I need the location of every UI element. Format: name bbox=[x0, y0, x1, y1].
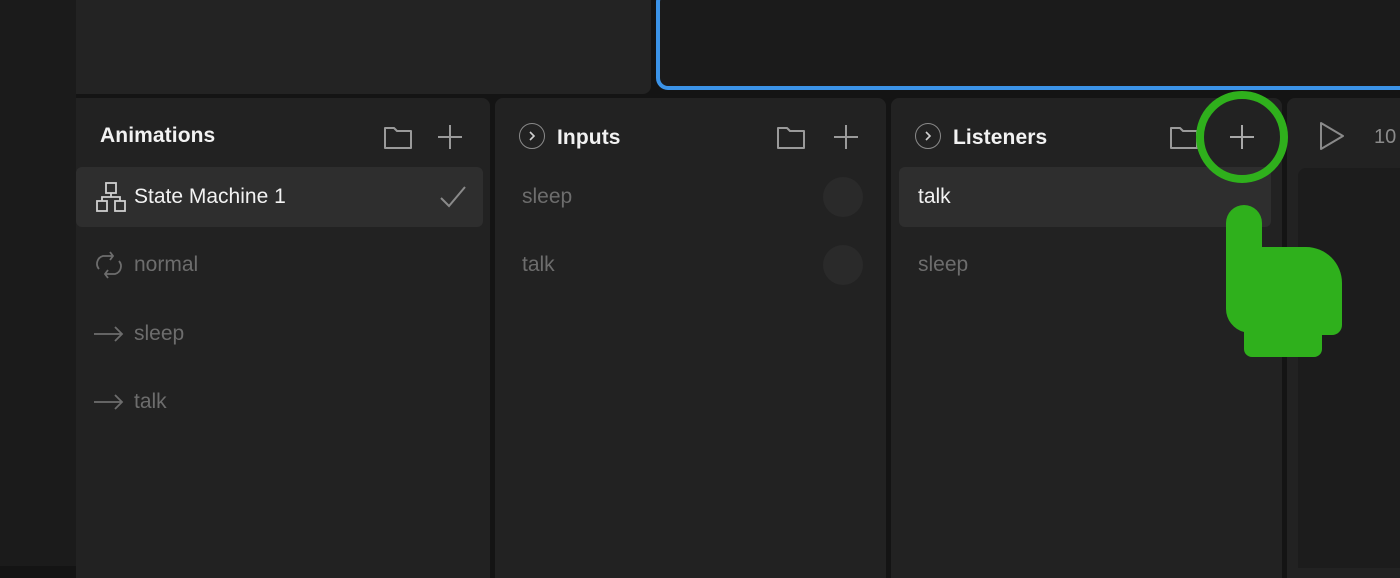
arrow-right-icon bbox=[92, 317, 126, 351]
listener-item-label: talk bbox=[918, 185, 951, 208]
animation-item-sleep[interactable]: sleep bbox=[76, 304, 490, 364]
animations-panel: Animations State Machine 1 normal sleep … bbox=[76, 98, 490, 578]
check-icon bbox=[438, 183, 468, 216]
arrow-right-icon bbox=[92, 385, 126, 419]
folder-icon[interactable] bbox=[774, 120, 808, 154]
folder-icon[interactable] bbox=[381, 120, 415, 154]
input-item-sleep[interactable]: sleep bbox=[495, 167, 886, 227]
chevron-right-icon[interactable] bbox=[915, 123, 941, 149]
trigger-dot[interactable] bbox=[823, 177, 863, 217]
add-input-button[interactable] bbox=[829, 120, 863, 154]
input-item-label: sleep bbox=[522, 185, 573, 208]
animation-item-label: normal bbox=[134, 253, 199, 276]
inputs-panel-title: Inputs bbox=[557, 126, 621, 149]
listener-item-sleep[interactable]: sleep bbox=[891, 235, 1282, 295]
chevron-right-icon[interactable] bbox=[519, 123, 545, 149]
loop-icon bbox=[92, 248, 126, 282]
input-item-talk[interactable]: talk bbox=[495, 235, 886, 295]
add-animation-button[interactable] bbox=[433, 120, 467, 154]
trigger-dot[interactable] bbox=[823, 245, 863, 285]
animation-item-label: State Machine 1 bbox=[134, 185, 286, 208]
animations-panel-title: Animations bbox=[100, 124, 216, 147]
left-toolbar-strip bbox=[0, 0, 76, 566]
pointing-hand-icon bbox=[1226, 205, 1342, 357]
listener-item-label: sleep bbox=[918, 253, 969, 276]
highlight-ring bbox=[1196, 91, 1288, 183]
plus-icon bbox=[834, 125, 858, 149]
listeners-panel-title: Listeners bbox=[953, 126, 1048, 149]
fps-readout: 10 bbox=[1374, 126, 1397, 148]
input-item-label: talk bbox=[522, 253, 555, 276]
animation-item-label: talk bbox=[134, 390, 167, 413]
animation-item-state-machine-1[interactable]: State Machine 1 bbox=[76, 167, 483, 227]
stage-canvas[interactable] bbox=[656, 0, 1400, 90]
animation-item-talk[interactable]: talk bbox=[76, 372, 490, 432]
animation-item-normal[interactable]: normal bbox=[76, 235, 490, 295]
animation-item-label: sleep bbox=[134, 322, 185, 345]
hierarchy-panel-top bbox=[76, 0, 651, 94]
listener-item-talk[interactable]: talk bbox=[899, 167, 1271, 227]
state-machine-icon bbox=[94, 180, 128, 214]
plus-icon bbox=[438, 125, 462, 149]
play-icon[interactable] bbox=[1317, 120, 1347, 157]
inputs-panel: Inputs sleep talk bbox=[495, 98, 886, 578]
